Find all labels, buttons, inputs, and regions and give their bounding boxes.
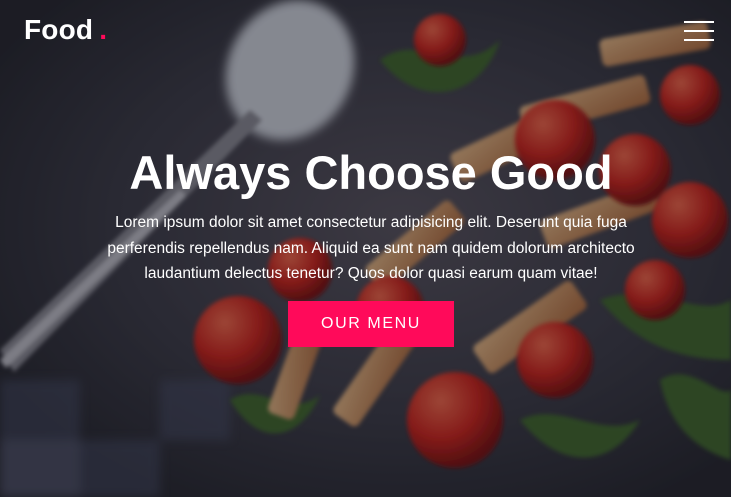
hero-content: Always Choose Good Lorem ipsum dolor sit… <box>96 146 646 347</box>
brand-logo[interactable]: Food. <box>24 14 107 46</box>
hero-section: Food. Always Choose Good Lorem ipsum dol… <box>0 0 731 497</box>
our-menu-button[interactable]: OUR MENU <box>288 300 454 347</box>
hamburger-menu-icon[interactable] <box>684 20 714 42</box>
hero-description: Lorem ipsum dolor sit amet consectetur a… <box>107 214 635 282</box>
brand-dot: . <box>99 14 108 45</box>
hero-title: Always Choose Good <box>129 146 613 199</box>
navbar: Food. <box>0 0 731 64</box>
brand-name: Food <box>24 14 94 45</box>
